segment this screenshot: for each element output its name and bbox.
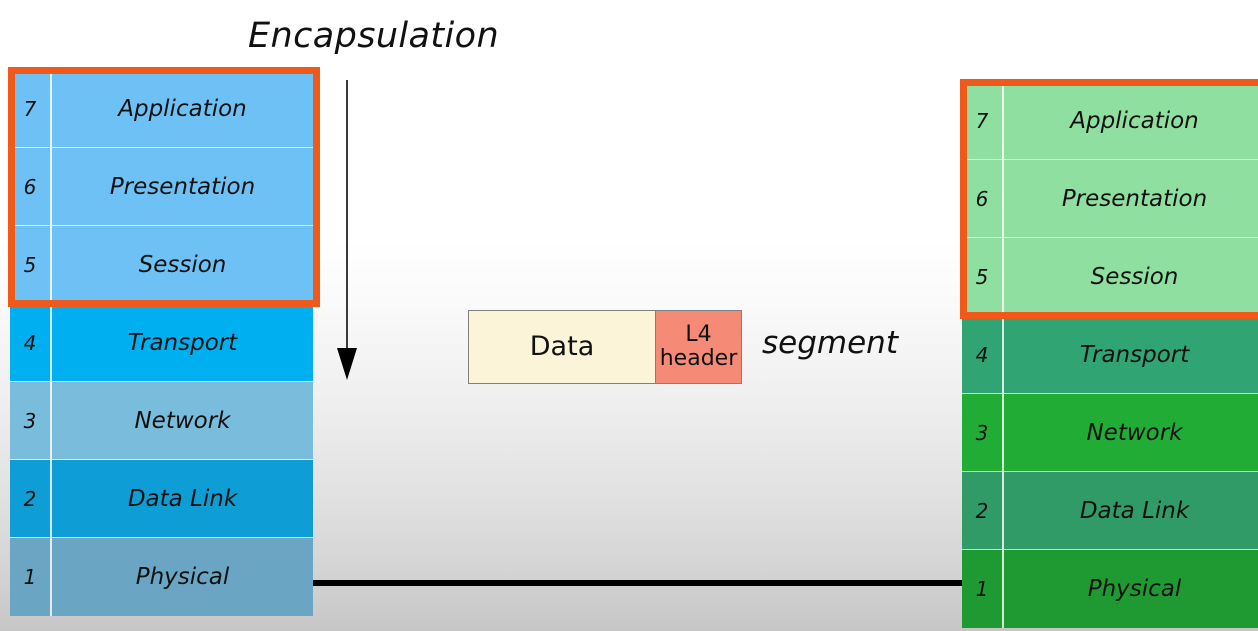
pdu-data-block: Data [468, 310, 656, 384]
layer-number: 1 [23, 565, 37, 589]
layer-row[interactable]: 3 Network [962, 394, 1258, 472]
layer-row[interactable]: 4 Transport [10, 304, 313, 382]
pdu-header-line1: L4 [685, 322, 712, 348]
pdu-l4-header-block: L4 header [655, 310, 742, 384]
layer-number: 7 [975, 108, 989, 133]
layer-label: Application [118, 95, 247, 122]
layer-label: Session [138, 251, 227, 278]
layer-row[interactable]: 5 Session [962, 238, 1258, 316]
pdu-name-label: segment [762, 325, 898, 361]
layer-row[interactable]: 3 Network [10, 382, 313, 460]
layer-label: Application [1070, 107, 1199, 134]
layer-number: 7 [23, 96, 37, 121]
layer-label: Physical [1087, 576, 1182, 602]
layer-row[interactable]: 5 Session [10, 226, 313, 304]
diagram-canvas: Encapsulation 7 Application 6 Presentati… [0, 0, 1258, 631]
layer-number: 2 [975, 498, 989, 523]
layer-row[interactable]: 2 Data Link [10, 460, 313, 538]
layer-label: Data Link [1079, 497, 1190, 524]
layer-row[interactable]: 4 Transport [962, 316, 1258, 394]
layer-label: Presentation [1061, 185, 1208, 212]
layer-row[interactable]: 7 Application [962, 82, 1258, 160]
layer-row[interactable]: 6 Presentation [10, 148, 313, 226]
layer-label: Presentation [109, 173, 256, 200]
layer-row[interactable]: 7 Application [10, 70, 313, 148]
receiver-osi-stack: 7 Application 6 Presentation 5 Session 4… [962, 82, 1258, 628]
layer-label: Network [1086, 419, 1183, 446]
layer-label: Physical [135, 564, 230, 590]
layer-number: 4 [975, 342, 989, 367]
layer-number: 2 [23, 486, 37, 511]
page-title: Encapsulation [248, 16, 500, 56]
layer-number: 5 [23, 252, 37, 277]
encapsulation-down-arrow [337, 80, 357, 380]
sender-osi-stack: 7 Application 6 Presentation 5 Session 4… [10, 70, 313, 616]
layer-number: 4 [23, 330, 37, 355]
pdu-header-line2: header [659, 346, 738, 371]
layer-number: 6 [975, 186, 989, 211]
layer-label: Transport [1079, 341, 1190, 368]
pdu-segment: Data L4 header [468, 310, 742, 384]
layer-number: 1 [975, 577, 989, 601]
layer-row[interactable]: 6 Presentation [962, 160, 1258, 238]
layer-label: Transport [127, 329, 238, 356]
layer-number: 6 [23, 174, 37, 199]
layer-label: Network [134, 407, 231, 434]
layer-number: 3 [23, 408, 37, 433]
layer-number: 5 [975, 264, 989, 289]
layer-row[interactable]: 1 Physical [962, 550, 1258, 628]
physical-medium-line [313, 580, 963, 586]
layer-label: Session [1090, 263, 1179, 290]
layer-number: 3 [975, 420, 989, 445]
layer-row[interactable]: 2 Data Link [962, 472, 1258, 550]
layer-row[interactable]: 1 Physical [10, 538, 313, 616]
layer-label: Data Link [127, 485, 238, 512]
